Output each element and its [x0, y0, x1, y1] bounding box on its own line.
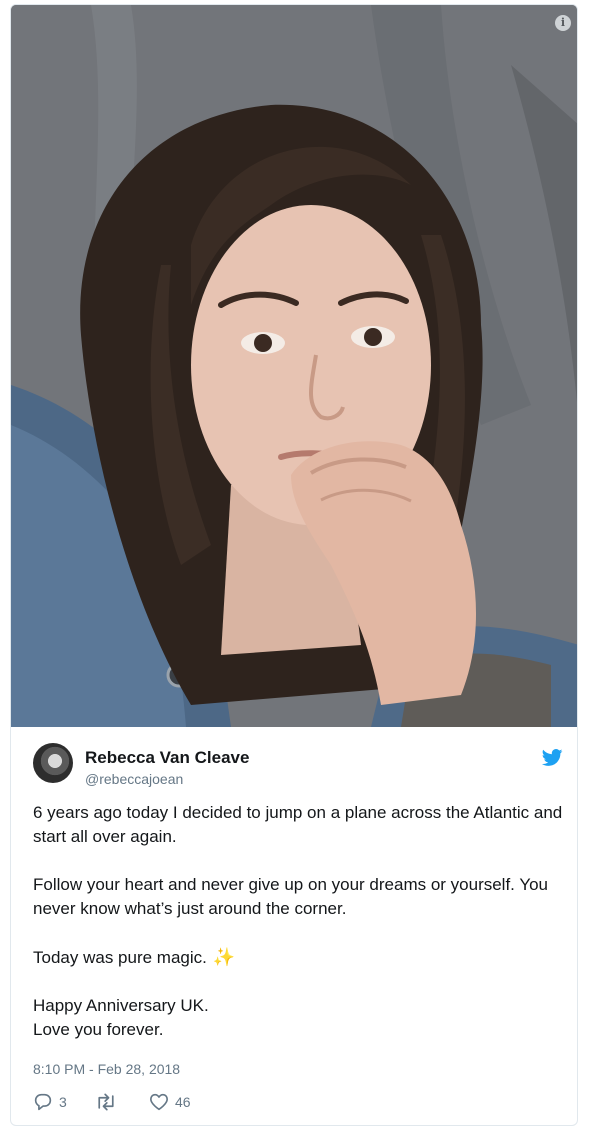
info-icon[interactable]: i — [555, 15, 571, 31]
author-handle[interactable]: @rebeccajoean — [85, 771, 183, 787]
tweet-paragraph: Follow your heart and never give up on y… — [33, 875, 549, 918]
tweet-header: Rebecca Van Cleave @rebeccajoean — [33, 743, 563, 793]
reply-count: 3 — [59, 1094, 67, 1110]
tweet-paragraph: 6 years ago today I decided to jump on a… — [33, 803, 563, 846]
twitter-bird-icon[interactable] — [541, 749, 563, 767]
retweet-button[interactable] — [95, 1093, 123, 1111]
like-count: 46 — [175, 1094, 191, 1110]
like-button[interactable]: 46 — [149, 1093, 191, 1111]
sparkles-icon: ✨ — [212, 947, 236, 967]
tweet-text: 6 years ago today I decided to jump on a… — [33, 801, 563, 1042]
tweet-card[interactable]: i Rebecca Van Cleave @rebeccajoean 6 yea… — [10, 4, 578, 1126]
author-name[interactable]: Rebecca Van Cleave — [85, 748, 249, 768]
tweet-paragraph: Today was pure magic. ✨ — [33, 945, 563, 970]
tweet-actions: 3 46 — [33, 1093, 333, 1117]
tweet-closing-line: Love you forever. — [33, 1020, 164, 1039]
reply-button[interactable]: 3 — [33, 1093, 67, 1111]
heart-icon — [150, 1093, 168, 1111]
reply-icon — [34, 1093, 52, 1111]
retweet-icon — [98, 1093, 114, 1111]
avatar[interactable] — [33, 743, 73, 783]
selfie-photo-illustration — [11, 5, 577, 727]
tweet-closing-line: Happy Anniversary UK. — [33, 996, 209, 1015]
tweet-paragraph-text: Today was pure magic. — [33, 948, 207, 967]
tweet-timestamp[interactable]: 8:10 PM - Feb 28, 2018 — [33, 1061, 180, 1077]
tweet-photo[interactable]: i — [11, 5, 577, 727]
